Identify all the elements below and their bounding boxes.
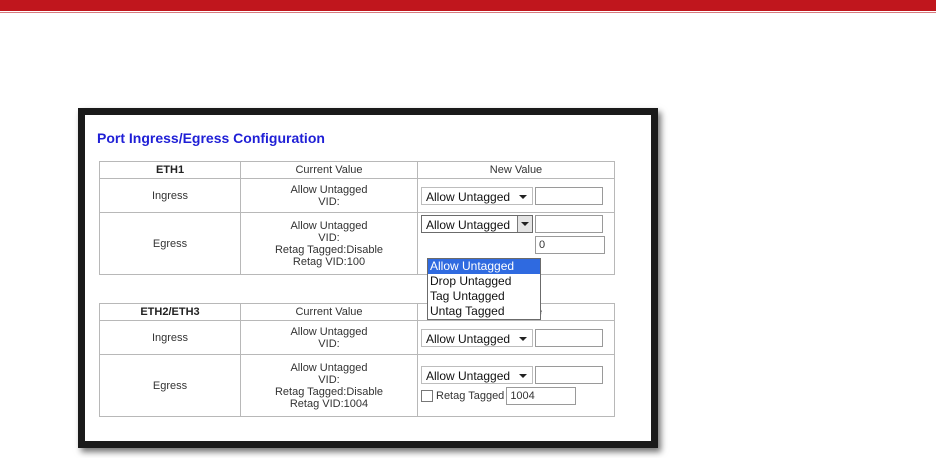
- ingress-label: Ingress: [99, 178, 241, 213]
- retag-tagged-checkbox[interactable]: [421, 390, 433, 402]
- current-retag-vid: Retag VID:1004: [289, 397, 369, 410]
- select-value: Allow Untagged: [426, 369, 511, 383]
- top-accent-line: [0, 12, 936, 13]
- top-accent-bar: [0, 0, 936, 11]
- page-title: Port Ingress/Egress Configuration: [97, 130, 325, 146]
- new-value-header: New Value: [417, 161, 615, 179]
- current-vid: VID:: [318, 195, 340, 208]
- current-value-header: Current Value: [240, 161, 418, 179]
- dropdown-arrow-button[interactable]: [517, 216, 532, 232]
- ingress-current-value: Allow Untagged VID:: [240, 178, 418, 213]
- current-mode: Allow Untagged: [290, 361, 368, 374]
- retag-tagged-label: Retag Tagged: [436, 389, 505, 402]
- eth23-table: ETH2/ETH3 Current Value New Value Ingres…: [99, 303, 615, 417]
- ingress-mode-select[interactable]: Allow Untagged: [421, 186, 533, 205]
- ingress-mode-select[interactable]: Allow Untagged: [421, 328, 533, 347]
- ingress-current-value: Allow Untagged VID:: [240, 320, 418, 355]
- chevron-down-icon: [519, 194, 527, 199]
- current-mode: Allow Untagged: [290, 325, 368, 338]
- chevron-down-icon: [519, 374, 527, 378]
- ingress-new-value: Allow Untagged: [417, 178, 615, 213]
- current-mode: Allow Untagged: [290, 183, 368, 196]
- dropdown-option-untag-tagged[interactable]: Untag Tagged: [428, 304, 540, 319]
- select-value: Allow Untagged: [426, 331, 511, 346]
- current-vid: VID:: [318, 231, 340, 244]
- current-vid: VID:: [318, 337, 340, 350]
- current-value-header: Current Value: [240, 303, 418, 321]
- ingress-new-value: Allow Untagged: [417, 320, 615, 355]
- config-panel: Port Ingress/Egress Configuration ETH1 C…: [85, 115, 651, 441]
- retag-vid-input[interactable]: 1004: [506, 387, 577, 405]
- egress-current-value: Allow Untagged VID: Retag Tagged:Disable…: [240, 212, 418, 275]
- egress-mode-select[interactable]: Allow Untagged: [421, 215, 533, 233]
- port-header: ETH2/ETH3: [99, 303, 241, 321]
- egress-mode-select[interactable]: Allow Untagged: [421, 366, 533, 384]
- chevron-down-icon: [519, 336, 527, 341]
- egress-vid-input[interactable]: [535, 215, 603, 233]
- current-retag-vid: Retag VID:100: [292, 255, 366, 268]
- select-value: Allow Untagged: [426, 218, 511, 232]
- egress-current-value: Allow Untagged VID: Retag Tagged:Disable…: [240, 354, 418, 417]
- ingress-vid-input[interactable]: [535, 328, 603, 347]
- chevron-down-icon: [521, 222, 529, 226]
- dropdown-option-drop-untagged[interactable]: Drop Untagged: [428, 274, 540, 289]
- select-value: Allow Untagged: [426, 189, 511, 204]
- dropdown-option-allow-untagged[interactable]: Allow Untagged: [428, 259, 540, 274]
- egress-vid-input[interactable]: [535, 366, 603, 384]
- screenshot-frame: Port Ingress/Egress Configuration ETH1 C…: [78, 108, 658, 448]
- ingress-vid-input[interactable]: [535, 186, 603, 205]
- port-header: ETH1: [99, 161, 241, 179]
- dropdown-option-tag-untagged[interactable]: Tag Untagged: [428, 289, 540, 304]
- egress-label: Egress: [99, 354, 241, 417]
- retag-row: Retag Tagged 1004: [421, 387, 614, 405]
- retag-vid-input[interactable]: 0: [535, 236, 605, 254]
- egress-new-value: Allow Untagged Retag Tagged 1004: [417, 354, 615, 417]
- current-retag-tagged: Retag Tagged:Disable: [274, 243, 384, 256]
- current-vid: VID:: [318, 373, 340, 386]
- retag-row: 0: [421, 236, 614, 254]
- ingress-label: Ingress: [99, 320, 241, 355]
- egress-mode-dropdown-list: Allow Untagged Drop Untagged Tag Untagge…: [427, 258, 541, 320]
- current-retag-tagged: Retag Tagged:Disable: [274, 385, 384, 398]
- current-mode: Allow Untagged: [290, 219, 368, 232]
- egress-label: Egress: [99, 212, 241, 275]
